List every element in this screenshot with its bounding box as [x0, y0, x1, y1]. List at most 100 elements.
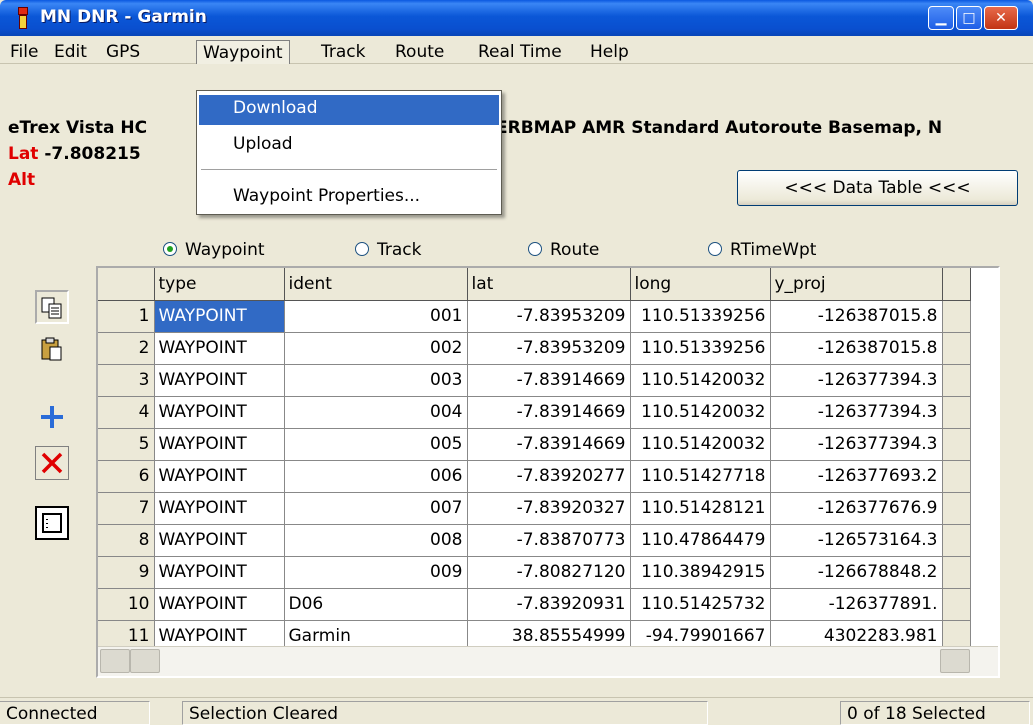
- long-cell[interactable]: 110.51420032: [630, 396, 771, 429]
- lat-cell[interactable]: -7.83953209: [467, 300, 631, 333]
- lat-cell[interactable]: -7.80827120: [467, 556, 631, 589]
- radio-track[interactable]: Track: [355, 240, 421, 264]
- lat-cell[interactable]: -7.83914669: [467, 364, 631, 397]
- radio-waypoint[interactable]: Waypoint: [163, 240, 265, 264]
- type-cell[interactable]: WAYPOINT: [154, 300, 285, 333]
- table-row[interactable]: 6 WAYPOINT 006 -7.83920277 110.51427718 -1263…: [98, 460, 971, 493]
- table-row[interactable]: 8 WAYPOINT 008 -7.83870773 110.47864479 -1265…: [98, 524, 971, 557]
- vertical-scrollbar-track[interactable]: [942, 588, 971, 621]
- long-cell[interactable]: 110.51339256: [630, 300, 771, 333]
- y-proj-cell[interactable]: -126377693.2: [770, 460, 943, 493]
- table-row[interactable]: 2 WAYPOINT 002 -7.83953209 110.51339256 -1263…: [98, 332, 971, 365]
- radio-rtimewpt[interactable]: RTimeWpt: [708, 240, 816, 264]
- y-proj-cell[interactable]: -126377891.: [770, 588, 943, 621]
- menu-item-download[interactable]: Download: [199, 95, 499, 125]
- vertical-scrollbar-track[interactable]: [942, 556, 971, 589]
- menu-file[interactable]: File: [4, 40, 44, 64]
- y-proj-cell[interactable]: -126377394.3: [770, 396, 943, 429]
- type-cell[interactable]: WAYPOINT: [154, 556, 285, 589]
- long-cell[interactable]: 110.51420032: [630, 364, 771, 397]
- lat-cell[interactable]: -7.83953209: [467, 332, 631, 365]
- y-proj-cell[interactable]: -126377394.3: [770, 428, 943, 461]
- delete-button[interactable]: [35, 446, 69, 480]
- vertical-scrollbar-track[interactable]: [942, 300, 971, 333]
- copy-button[interactable]: [35, 290, 69, 324]
- menu-item-waypoint-properties[interactable]: Waypoint Properties...: [199, 183, 499, 213]
- table-row[interactable]: 9 WAYPOINT 009 -7.80827120 110.38942915 -1266…: [98, 556, 971, 589]
- type-cell[interactable]: WAYPOINT: [154, 332, 285, 365]
- lat-cell[interactable]: -7.83870773: [467, 524, 631, 557]
- column-header-ident[interactable]: ident: [284, 268, 468, 301]
- column-header-long[interactable]: long: [630, 268, 771, 301]
- type-cell[interactable]: WAYPOINT: [154, 524, 285, 557]
- lat-cell[interactable]: -7.83920327: [467, 492, 631, 525]
- y-proj-cell[interactable]: -126387015.8: [770, 332, 943, 365]
- ident-cell[interactable]: 009: [284, 556, 468, 589]
- menu-waypoint[interactable]: Waypoint: [196, 40, 290, 64]
- type-cell[interactable]: WAYPOINT: [154, 364, 285, 397]
- lat-cell[interactable]: -7.83920277: [467, 460, 631, 493]
- properties-button[interactable]: [35, 506, 69, 540]
- menu-help[interactable]: Help: [584, 40, 635, 64]
- lat-cell[interactable]: -7.83920931: [467, 588, 631, 621]
- ident-cell[interactable]: 003: [284, 364, 468, 397]
- long-cell[interactable]: 110.51339256: [630, 332, 771, 365]
- long-cell[interactable]: 110.51420032: [630, 428, 771, 461]
- horizontal-scrollbar[interactable]: [98, 646, 998, 676]
- long-cell[interactable]: 110.51428121: [630, 492, 771, 525]
- column-header-y-proj[interactable]: y_proj: [770, 268, 943, 301]
- ident-cell[interactable]: D06: [284, 588, 468, 621]
- lat-cell[interactable]: -7.83914669: [467, 396, 631, 429]
- vertical-scrollbar-track[interactable]: [942, 428, 971, 461]
- waypoint-data-grid[interactable]: type ident lat long y_proj 1 WAYPOINT 001-…: [96, 266, 1000, 678]
- scroll-thumb[interactable]: [130, 649, 160, 673]
- menu-track[interactable]: Track: [315, 40, 371, 64]
- vertical-scrollbar-track[interactable]: [942, 460, 971, 493]
- scrollbar-top[interactable]: [942, 268, 971, 301]
- long-cell[interactable]: 110.51427718: [630, 460, 771, 493]
- ident-cell[interactable]: 007: [284, 492, 468, 525]
- vertical-scrollbar-track[interactable]: [942, 396, 971, 429]
- column-header-type[interactable]: type: [154, 268, 285, 301]
- table-row[interactable]: 7 WAYPOINT 007 -7.83920327 110.51428121 -1263…: [98, 492, 971, 525]
- long-cell[interactable]: 110.38942915: [630, 556, 771, 589]
- vertical-scrollbar-track[interactable]: [942, 524, 971, 557]
- menu-route[interactable]: Route: [389, 40, 450, 64]
- type-cell[interactable]: WAYPOINT: [154, 460, 285, 493]
- close-button[interactable]: ✕: [984, 6, 1018, 30]
- minimize-button[interactable]: ▁: [928, 6, 954, 30]
- paste-button[interactable]: [35, 332, 69, 366]
- column-header-lat[interactable]: lat: [467, 268, 631, 301]
- table-row[interactable]: 3 WAYPOINT 003 -7.83914669 110.51420032 -1263…: [98, 364, 971, 397]
- data-table-button[interactable]: <<< Data Table <<<: [737, 170, 1018, 206]
- table-row[interactable]: 5 WAYPOINT 005 -7.83914669 110.51420032 -1263…: [98, 428, 971, 461]
- menu-real-time[interactable]: Real Time: [472, 40, 568, 64]
- table-row[interactable]: 4 WAYPOINT 004 -7.83914669 110.51420032 -1263…: [98, 396, 971, 429]
- y-proj-cell[interactable]: -126377394.3: [770, 364, 943, 397]
- long-cell[interactable]: 110.47864479: [630, 524, 771, 557]
- ident-cell[interactable]: 008: [284, 524, 468, 557]
- vertical-scrollbar-track[interactable]: [942, 492, 971, 525]
- ident-cell[interactable]: 005: [284, 428, 468, 461]
- y-proj-cell[interactable]: -126387015.8: [770, 300, 943, 333]
- menu-item-upload[interactable]: Upload: [199, 131, 499, 161]
- ident-cell[interactable]: 002: [284, 332, 468, 365]
- y-proj-cell[interactable]: -126377676.9: [770, 492, 943, 525]
- maximize-button[interactable]: □: [956, 6, 982, 30]
- ident-cell[interactable]: 004: [284, 396, 468, 429]
- scroll-right-button[interactable]: [940, 649, 970, 673]
- type-cell[interactable]: WAYPOINT: [154, 588, 285, 621]
- menu-edit[interactable]: Edit: [48, 40, 93, 64]
- type-cell[interactable]: WAYPOINT: [154, 492, 285, 525]
- long-cell[interactable]: 110.51425732: [630, 588, 771, 621]
- scroll-left-button[interactable]: [100, 649, 130, 673]
- menu-gps[interactable]: GPS: [100, 40, 146, 64]
- ident-cell[interactable]: 006: [284, 460, 468, 493]
- vertical-scrollbar-track[interactable]: [942, 364, 971, 397]
- vertical-scrollbar-track[interactable]: [942, 332, 971, 365]
- type-cell[interactable]: WAYPOINT: [154, 428, 285, 461]
- table-row[interactable]: 1 WAYPOINT 001 -7.83953209 110.51339256 -1263…: [98, 300, 971, 333]
- table-row[interactable]: 10 WAYPOINT D06 -7.83920931 110.51425732 -126…: [98, 588, 971, 621]
- add-button[interactable]: [35, 400, 69, 434]
- y-proj-cell[interactable]: -126678848.2: [770, 556, 943, 589]
